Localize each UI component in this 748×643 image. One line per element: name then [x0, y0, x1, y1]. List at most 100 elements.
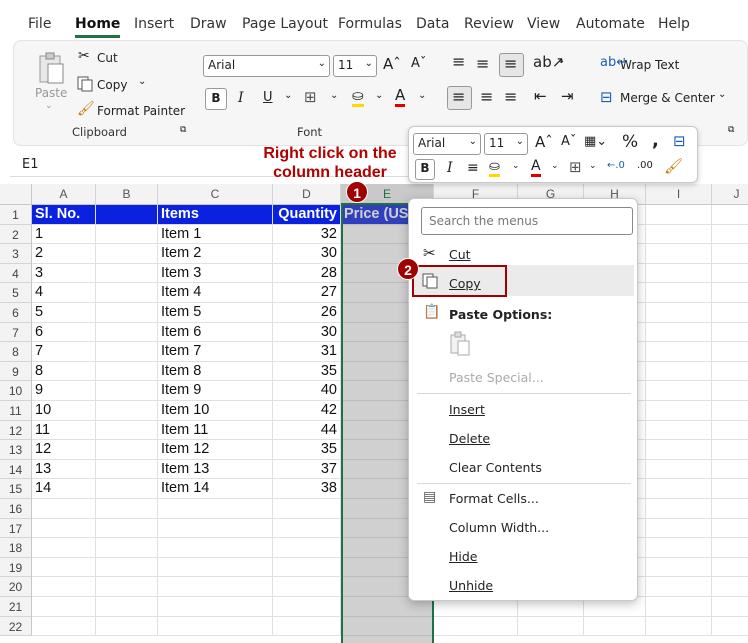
table-cell-a[interactable]: 10 [32, 401, 96, 421]
paste-option-icon[interactable] [449, 331, 471, 362]
table-cell-j[interactable] [712, 264, 748, 284]
mini-comma-icon[interactable]: , [652, 130, 659, 151]
table-cell-a[interactable]: 14 [32, 479, 96, 499]
cell[interactable] [646, 557, 712, 578]
table-cell-b[interactable] [96, 440, 158, 460]
tab-page-layout[interactable]: Page Layout [242, 16, 328, 32]
cell[interactable] [273, 499, 341, 519]
column-header-d[interactable]: D [273, 184, 341, 205]
row-header[interactable]: 6 [0, 303, 32, 323]
row-header[interactable]: 15 [0, 479, 32, 499]
mini-shrink-font-icon[interactable]: Aˇ [561, 134, 576, 149]
menu-item-copy[interactable]: Copy [449, 276, 481, 291]
tab-draw[interactable]: Draw [190, 16, 227, 32]
table-cell-b[interactable] [96, 224, 158, 245]
table-cell-j[interactable] [712, 244, 748, 264]
cell[interactable] [712, 558, 748, 578]
mini-decrease-decimal-icon[interactable]: .00 [637, 160, 653, 171]
fill-color-icon[interactable]: ⛀ [352, 88, 364, 107]
copy-dropdown-icon[interactable]: ⌄ [138, 76, 146, 87]
cell[interactable] [712, 205, 748, 225]
cell[interactable] [96, 557, 158, 578]
table-cell-j[interactable] [712, 460, 748, 480]
mini-percent-icon[interactable]: % [622, 132, 638, 152]
menu-item-hide[interactable]: Hide [449, 549, 478, 564]
column-header-c[interactable]: C [158, 184, 273, 205]
table-cell-b[interactable] [96, 381, 158, 401]
row-header[interactable]: 18 [0, 538, 32, 558]
row-header[interactable]: 8 [0, 342, 32, 362]
tab-view[interactable]: View [527, 16, 560, 32]
align-left-icon[interactable]: ≡ [447, 86, 472, 110]
table-cell-d[interactable]: 37 [273, 459, 341, 480]
menu-item-insert[interactable]: Insert [449, 402, 485, 417]
column-header-j[interactable]: J [712, 184, 748, 205]
copy-icon[interactable] [77, 76, 93, 97]
align-right-icon[interactable]: ≡ [504, 87, 517, 106]
header-cell-c[interactable]: Items [158, 205, 273, 225]
row-header[interactable]: 19 [0, 557, 32, 578]
paste-button[interactable]: Paste [35, 86, 67, 100]
table-cell-c[interactable]: Item 3 [158, 263, 273, 284]
paste-dropdown-icon[interactable]: ⌄ [45, 101, 53, 111]
cell[interactable] [158, 518, 273, 539]
paste-icon[interactable] [36, 52, 66, 86]
align-middle-icon[interactable]: ≡ [476, 54, 489, 73]
cell[interactable] [518, 616, 584, 637]
tab-data[interactable]: Data [416, 16, 449, 32]
table-cell-i[interactable] [646, 224, 712, 245]
header-cell-d[interactable]: Quantity [273, 205, 341, 225]
header-cell-b[interactable] [96, 205, 158, 225]
cell[interactable] [712, 538, 748, 558]
table-cell-a[interactable]: 2 [32, 244, 96, 264]
menu-item-delete[interactable]: Delete [449, 431, 490, 446]
table-cell-d[interactable]: 27 [273, 283, 341, 303]
table-cell-c[interactable]: Item 1 [158, 224, 273, 245]
menu-item-unhide[interactable]: Unhide [449, 578, 493, 593]
table-cell-d[interactable]: 28 [273, 263, 341, 284]
table-cell-j[interactable] [712, 342, 748, 362]
row-header[interactable]: 7 [0, 322, 32, 343]
menu-item-cut[interactable]: Cut [449, 247, 471, 262]
menu-item-format-cells[interactable]: Format Cells... [449, 491, 539, 506]
table-cell-d[interactable]: 38 [273, 479, 341, 499]
table-cell-d[interactable]: 35 [273, 440, 341, 460]
grow-font-icon[interactable]: Aˆ [383, 55, 401, 73]
table-cell-c[interactable]: Item 12 [158, 440, 273, 460]
table-cell-i[interactable] [646, 420, 712, 441]
row-header[interactable]: 17 [0, 518, 32, 539]
cell[interactable] [646, 499, 712, 519]
cell[interactable] [96, 499, 158, 519]
mini-font-color-icon[interactable]: A [531, 158, 541, 177]
cell[interactable] [96, 616, 158, 637]
cell[interactable] [712, 617, 748, 637]
table-cell-d[interactable]: 40 [273, 381, 341, 401]
align-bottom-icon[interactable]: ≡ [499, 53, 524, 77]
table-cell-j[interactable] [712, 225, 748, 245]
cell[interactable] [646, 538, 712, 558]
merge-center-button[interactable]: Merge & Center [620, 91, 715, 105]
row-header[interactable]: 11 [0, 401, 32, 421]
table-cell-j[interactable] [712, 381, 748, 401]
table-cell-c[interactable]: Item 14 [158, 479, 273, 499]
mini-fill-color-icon[interactable]: ⛀ [489, 159, 500, 177]
menu-item-clear-contents[interactable]: Clear Contents [449, 460, 542, 475]
mini-font-name-box[interactable]: Arial ⌄ [413, 133, 481, 155]
row-header[interactable]: 4 [0, 263, 32, 284]
cell[interactable] [712, 577, 748, 597]
table-cell-d[interactable]: 35 [273, 361, 341, 382]
table-cell-b[interactable] [96, 479, 158, 499]
cell[interactable] [273, 616, 341, 637]
row-header[interactable]: 12 [0, 420, 32, 441]
table-cell-c[interactable]: Item 9 [158, 381, 273, 401]
table-cell-i[interactable] [646, 303, 712, 323]
row-header[interactable]: 3 [0, 244, 32, 264]
tab-formulas[interactable]: Formulas [338, 16, 402, 32]
column-header-a[interactable]: A [32, 184, 96, 205]
table-cell-j[interactable] [712, 323, 748, 343]
format-painter-button[interactable]: Format Painter [97, 104, 185, 118]
table-cell-i[interactable] [646, 244, 712, 264]
clipboard-launcher-icon[interactable]: ⧉ [180, 125, 186, 135]
table-cell-j[interactable] [712, 479, 748, 499]
cell[interactable] [158, 597, 273, 617]
